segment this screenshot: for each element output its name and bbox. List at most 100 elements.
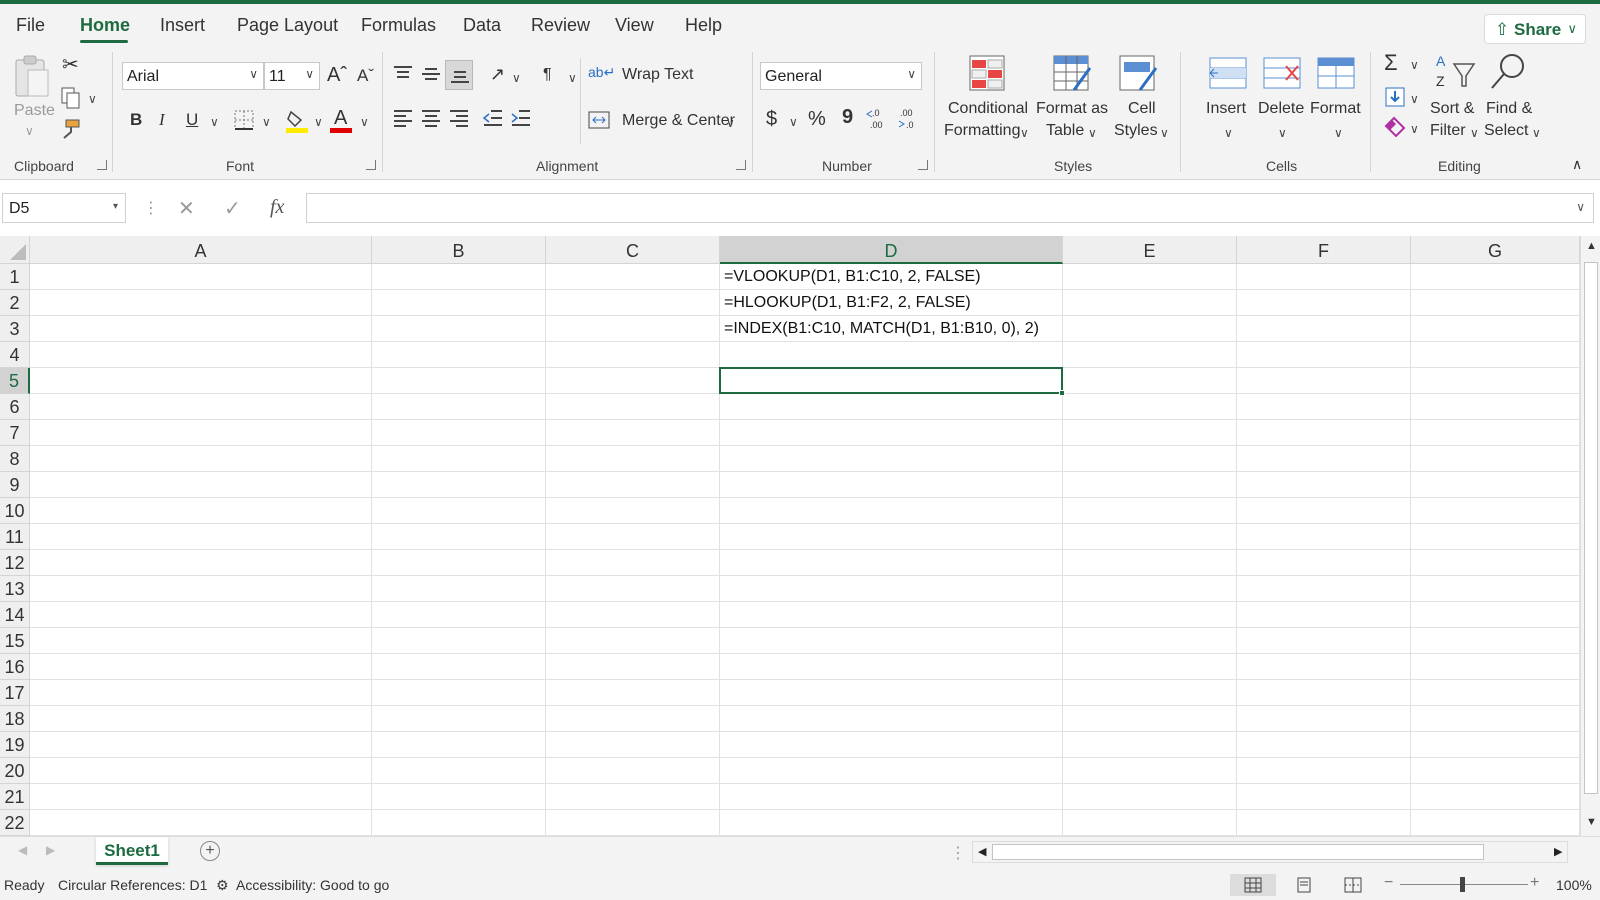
next-sheet-icon[interactable]: ▶ [46, 843, 55, 857]
fill-icon[interactable] [1384, 86, 1406, 113]
alignment-launcher-icon[interactable] [736, 160, 746, 170]
fill-color-icon[interactable] [286, 108, 308, 139]
clipboard-launcher-icon[interactable] [97, 160, 107, 170]
format-cells-button[interactable]: Format ∨ [1310, 54, 1366, 146]
scroll-right-icon[interactable]: ▶ [1554, 845, 1562, 858]
vertical-scrollbar[interactable]: ▲ ▼ [1580, 236, 1600, 836]
select-all-corner[interactable] [0, 236, 30, 264]
bottom-align-icon[interactable] [445, 60, 473, 90]
currency-button[interactable]: $ [766, 108, 777, 131]
row-header-4[interactable]: 4 [0, 342, 30, 368]
tab-home[interactable]: Home [80, 15, 130, 36]
underline-button[interactable]: U [186, 110, 198, 130]
row-header-18[interactable]: 18 [0, 706, 30, 732]
borders-icon[interactable] [234, 110, 254, 135]
prev-sheet-icon[interactable]: ◀ [18, 843, 27, 857]
zoom-out-icon[interactable]: − [1384, 874, 1393, 892]
orientation-icon[interactable]: ↗ [490, 64, 505, 85]
scroll-down-icon[interactable]: ▼ [1586, 816, 1597, 828]
text-direction-dropdown-icon[interactable]: ∨ [568, 71, 577, 85]
percent-button[interactable]: % [808, 108, 826, 131]
paste-label[interactable]: Paste [14, 102, 55, 120]
insert-function-button[interactable]: fx [270, 196, 284, 219]
expand-formula-bar-icon[interactable]: ∨ [1576, 200, 1585, 214]
font-color-icon[interactable]: A [330, 106, 352, 139]
tab-split-handle-icon[interactable]: ⋮ [950, 843, 966, 863]
row-header-16[interactable]: 16 [0, 654, 30, 680]
orientation-dropdown-icon[interactable]: ∨ [512, 71, 521, 85]
normal-view-button[interactable] [1230, 874, 1276, 896]
clear-icon[interactable] [1384, 116, 1406, 143]
worksheet-grid[interactable]: A B C D E F G 1 2 3 4 5 6 7 8 9 10 11 12 13 14 15 16 17 18 19 20 21… [0, 236, 1580, 836]
row-header-14[interactable]: 14 [0, 602, 30, 628]
find-select-button[interactable]: Find & Select ∨ [1484, 52, 1548, 146]
row-header-10[interactable]: 10 [0, 498, 30, 524]
column-header-b[interactable]: B [372, 236, 546, 264]
fill-color-dropdown-icon[interactable]: ∨ [314, 115, 323, 129]
column-header-f[interactable]: F [1237, 236, 1411, 264]
tab-view[interactable]: View [615, 15, 654, 36]
cell-d3[interactable]: =INDEX(B1:C10, MATCH(D1, B1:B10, 0), 2) [724, 320, 1039, 338]
copy-icon[interactable] [60, 86, 82, 115]
cut-icon[interactable]: ✂ [62, 52, 79, 77]
conditional-formatting-button[interactable]: Conditional Formatting ∨ [944, 54, 1030, 146]
share-button[interactable]: ⇧ Share ∨ [1484, 14, 1586, 44]
autosum-dropdown-icon[interactable]: ∨ [1410, 58, 1419, 72]
font-size-select[interactable]: 11 ∨ [264, 62, 320, 90]
name-box[interactable]: D5 ▾ [2, 193, 126, 223]
tab-review[interactable]: Review [531, 15, 590, 36]
format-painter-icon[interactable] [58, 118, 82, 147]
copy-dropdown-icon[interactable]: ∨ [88, 92, 97, 106]
active-cell-border[interactable] [719, 367, 1063, 394]
formula-input[interactable]: ∨ [306, 193, 1594, 223]
column-header-g[interactable]: G [1411, 236, 1580, 264]
tab-page-layout[interactable]: Page Layout [237, 15, 338, 36]
page-break-view-icon[interactable] [1344, 877, 1362, 893]
font-color-dropdown-icon[interactable]: ∨ [360, 115, 369, 129]
row-header-5[interactable]: 5 [0, 368, 30, 394]
middle-align-icon[interactable] [420, 64, 442, 89]
font-launcher-icon[interactable] [366, 160, 376, 170]
increase-indent-icon[interactable] [510, 108, 532, 133]
paste-dropdown-icon[interactable]: ∨ [25, 124, 34, 138]
row-header-3[interactable]: 3 [0, 316, 30, 342]
column-header-c[interactable]: C [546, 236, 720, 264]
row-header-17[interactable]: 17 [0, 680, 30, 706]
row-header-13[interactable]: 13 [0, 576, 30, 602]
horizontal-scroll-thumb[interactable] [992, 844, 1484, 860]
align-left-icon[interactable] [392, 108, 414, 133]
sheet-tab-sheet1[interactable]: Sheet1 [96, 837, 168, 865]
align-center-icon[interactable] [420, 108, 442, 133]
row-header-11[interactable]: 11 [0, 524, 30, 550]
delete-cells-button[interactable]: Delete ∨ [1258, 54, 1308, 146]
vertical-scroll-thumb[interactable] [1584, 262, 1598, 794]
zoom-slider-thumb[interactable] [1460, 877, 1465, 892]
cancel-icon[interactable]: ✕ [178, 196, 195, 221]
cell-d1[interactable]: =VLOOKUP(D1, B1:C10, 2, FALSE) [724, 268, 981, 286]
increase-decimal-icon[interactable]: .0.00 [866, 106, 892, 137]
tab-help[interactable]: Help [685, 15, 722, 36]
row-header-21[interactable]: 21 [0, 784, 30, 810]
number-format-select[interactable]: General ∨ [760, 62, 922, 90]
autosum-icon[interactable]: Σ [1384, 50, 1398, 76]
row-header-7[interactable]: 7 [0, 420, 30, 446]
status-accessibility[interactable]: Accessibility: Good to go [236, 877, 389, 893]
merge-center-button[interactable]: Merge & Center ∨ [588, 108, 748, 136]
decrease-font-icon[interactable]: Aˇ [357, 66, 374, 86]
row-header-15[interactable]: 15 [0, 628, 30, 654]
comma-style-button[interactable]: 9 [842, 106, 853, 129]
column-header-e[interactable]: E [1063, 236, 1237, 264]
decrease-indent-icon[interactable] [482, 108, 504, 133]
cell-d2[interactable]: =HLOOKUP(D1, B1:F2, 2, FALSE) [724, 294, 971, 312]
fill-handle[interactable] [1059, 390, 1065, 396]
tab-insert[interactable]: Insert [160, 15, 205, 36]
bold-button[interactable]: B [130, 110, 142, 130]
column-header-a[interactable]: A [30, 236, 372, 264]
insert-cells-button[interactable]: Insert ∨ [1206, 54, 1252, 146]
number-launcher-icon[interactable] [918, 160, 928, 170]
row-header-2[interactable]: 2 [0, 290, 30, 316]
scroll-left-icon[interactable]: ◀ [978, 845, 986, 858]
column-header-d[interactable]: D [720, 236, 1063, 264]
collapse-ribbon-icon[interactable]: ∧ [1572, 156, 1582, 173]
tab-formulas[interactable]: Formulas [361, 15, 436, 36]
